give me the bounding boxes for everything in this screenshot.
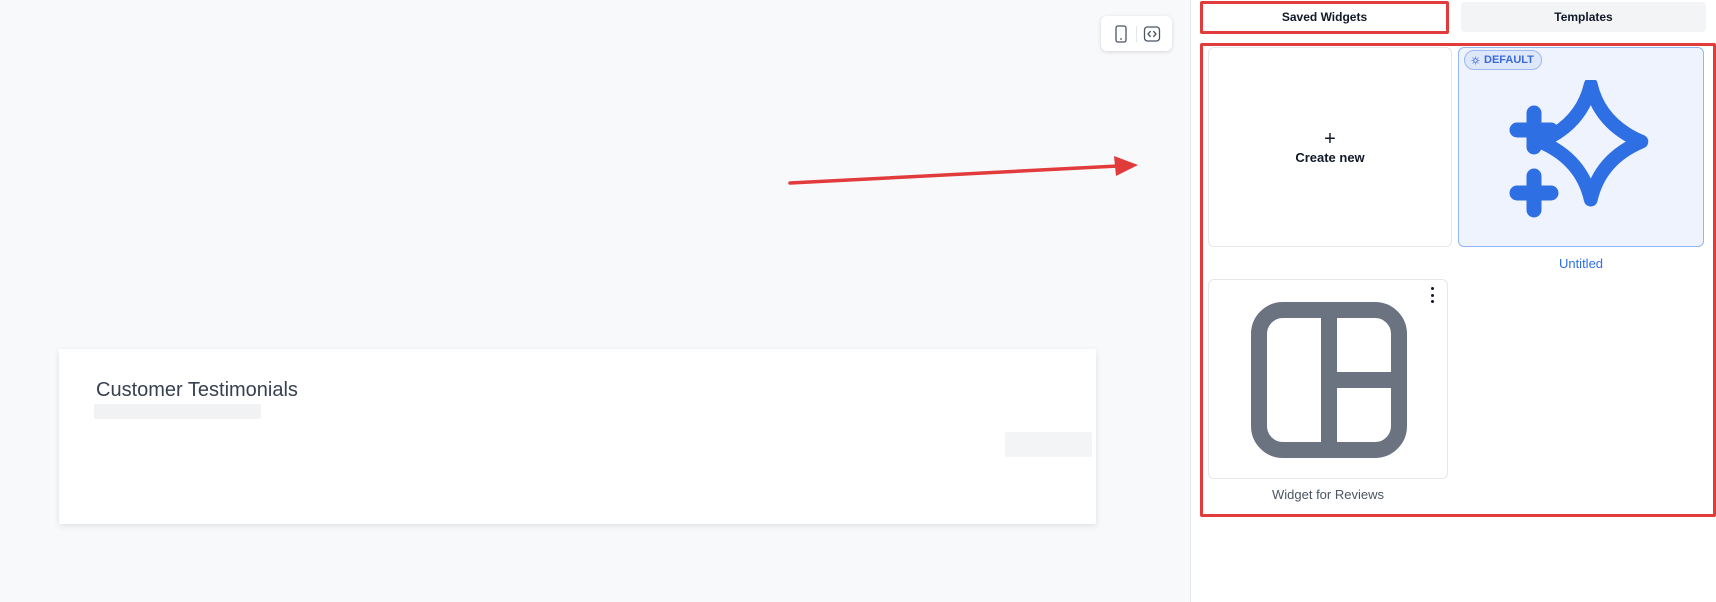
more-options-icon[interactable] xyxy=(1425,287,1439,303)
create-new-label: Create new xyxy=(1295,149,1365,165)
widget-card-reviews[interactable] xyxy=(1208,279,1448,479)
tab-templates[interactable]: Templates xyxy=(1461,2,1706,32)
widget-card-untitled[interactable]: DEFAULT xyxy=(1458,47,1704,247)
sun-icon xyxy=(1471,55,1480,65)
widget-name-untitled[interactable]: Untitled xyxy=(1458,256,1704,271)
plus-icon: + xyxy=(1324,127,1336,150)
widget-name-reviews[interactable]: Widget for Reviews xyxy=(1208,487,1448,502)
default-badge: DEFAULT xyxy=(1464,50,1542,70)
tab-saved-widgets[interactable]: Saved Widgets xyxy=(1201,2,1448,32)
layout-grid-icon xyxy=(1251,302,1407,458)
default-badge-label: DEFAULT xyxy=(1484,54,1534,66)
sparkles-icon xyxy=(1509,80,1649,218)
create-new-widget-button[interactable]: + Create new xyxy=(1208,47,1452,247)
widgets-panel: Saved Widgets Templates + Create new DEF… xyxy=(1190,0,1716,602)
annotation-arrow xyxy=(788,156,1138,185)
